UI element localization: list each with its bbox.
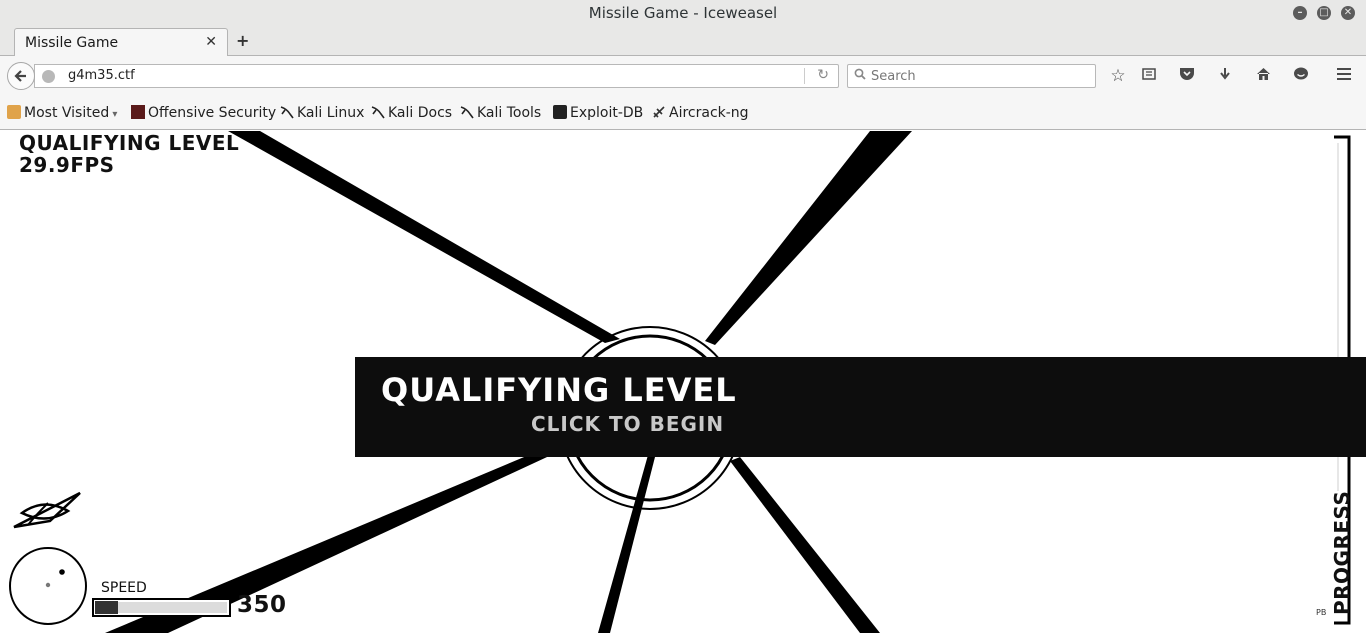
- tunnel-beam: [705, 131, 912, 345]
- progress-label: PROGRESS: [1330, 490, 1354, 615]
- bookmark-label: Kali Tools: [477, 105, 542, 121]
- chevron-down-icon: ▾: [109, 109, 118, 120]
- bookmarks-toolbar: Most Visited ▾ Offensive Security Kali L…: [0, 95, 1366, 130]
- bookmark-label: Most Visited: [24, 105, 110, 121]
- bookmark-label: Kali Docs: [388, 105, 453, 121]
- url-bar[interactable]: g4m35.ctf ↻: [34, 64, 839, 88]
- progress-label-box: PROGRESS: [1316, 491, 1366, 615]
- close-window-icon[interactable]: ✕: [1341, 6, 1355, 20]
- hello-chat-icon[interactable]: [1290, 66, 1312, 86]
- bookmark-label: Offensive Security: [148, 105, 277, 121]
- reading-list-icon[interactable]: [1138, 66, 1160, 86]
- radar-dot-self: [45, 582, 51, 588]
- bookmark-label: Kali Linux: [297, 105, 365, 121]
- home-icon[interactable]: [1252, 66, 1274, 86]
- tab-strip: Missile Game ✕ +: [0, 26, 1366, 57]
- start-banner[interactable]: QUALIFYING LEVEL CLICK TO BEGIN: [355, 357, 1366, 457]
- corner-text: PB: [1316, 608, 1327, 617]
- tab-label: Missile Game: [25, 35, 119, 51]
- back-button[interactable]: [7, 62, 35, 90]
- minimize-icon[interactable]: –: [1293, 6, 1307, 20]
- close-tab-icon[interactable]: ✕: [205, 34, 217, 50]
- bookmark-most-visited[interactable]: Most Visited ▾: [7, 105, 117, 121]
- aircrack-icon: [652, 105, 666, 119]
- search-input[interactable]: Search: [847, 64, 1096, 88]
- bookmark-label: Aircrack-ng: [669, 105, 749, 121]
- kali-icon: [460, 105, 474, 119]
- banner-subtitle[interactable]: CLICK TO BEGIN: [531, 412, 724, 436]
- speed-bar-fill: [95, 601, 118, 614]
- kali-icon: [280, 105, 294, 119]
- url-separator: [804, 68, 805, 84]
- offsec-icon: [131, 105, 145, 119]
- bookmark-star-icon[interactable]: ☆: [1107, 66, 1129, 86]
- bookmark-kali-linux[interactable]: Kali Linux: [280, 105, 364, 121]
- most-visited-icon: [7, 105, 21, 119]
- new-tab-icon[interactable]: +: [236, 31, 249, 50]
- speed-label: SPEED: [101, 580, 147, 596]
- navigation-bar: g4m35.ctf ↻ Search ☆: [0, 56, 1366, 95]
- url-text[interactable]: g4m35.ctf: [68, 68, 135, 83]
- site-identity-icon[interactable]: [42, 70, 55, 83]
- bookmark-kali-tools[interactable]: Kali Tools: [460, 105, 541, 121]
- bookmark-exploit-db[interactable]: Exploit-DB: [553, 105, 643, 121]
- window-title: Missile Game - Iceweasel: [588, 4, 778, 22]
- ship-icon: [13, 491, 81, 529]
- bookmark-label: Exploit-DB: [570, 105, 644, 121]
- tunnel-beam: [730, 457, 880, 633]
- reload-icon[interactable]: ↻: [817, 67, 829, 83]
- kali-icon: [371, 105, 385, 119]
- bookmark-kali-docs[interactable]: Kali Docs: [371, 105, 452, 121]
- tab-missile-game[interactable]: Missile Game ✕: [14, 28, 228, 57]
- bookmark-offensive-security[interactable]: Offensive Security: [131, 105, 276, 121]
- exploitdb-icon: [553, 105, 567, 119]
- window-titlebar: Missile Game - Iceweasel – □ ✕: [0, 0, 1366, 26]
- tunnel-beam: [228, 131, 620, 343]
- hud-fps-counter: 29.9FPS: [19, 153, 115, 177]
- back-arrow-icon: [14, 70, 26, 82]
- game-canvas[interactable]: QUALIFYING LEVEL 29.9FPS QUALIFYING LEVE…: [0, 131, 1366, 633]
- menu-icon[interactable]: [1333, 66, 1355, 86]
- speed-value: 350: [237, 592, 287, 618]
- download-icon[interactable]: [1214, 66, 1236, 86]
- bookmark-aircrack-ng[interactable]: Aircrack-ng: [652, 105, 749, 121]
- banner-title: QUALIFYING LEVEL: [381, 371, 737, 409]
- tunnel-beam: [598, 455, 655, 633]
- search-icon: [854, 68, 866, 83]
- pocket-icon[interactable]: [1176, 66, 1198, 86]
- search-placeholder: Search: [871, 69, 916, 84]
- radar-dot-target: [59, 569, 65, 575]
- maximize-icon[interactable]: □: [1317, 6, 1331, 20]
- hud-level-label: QUALIFYING LEVEL: [19, 131, 240, 155]
